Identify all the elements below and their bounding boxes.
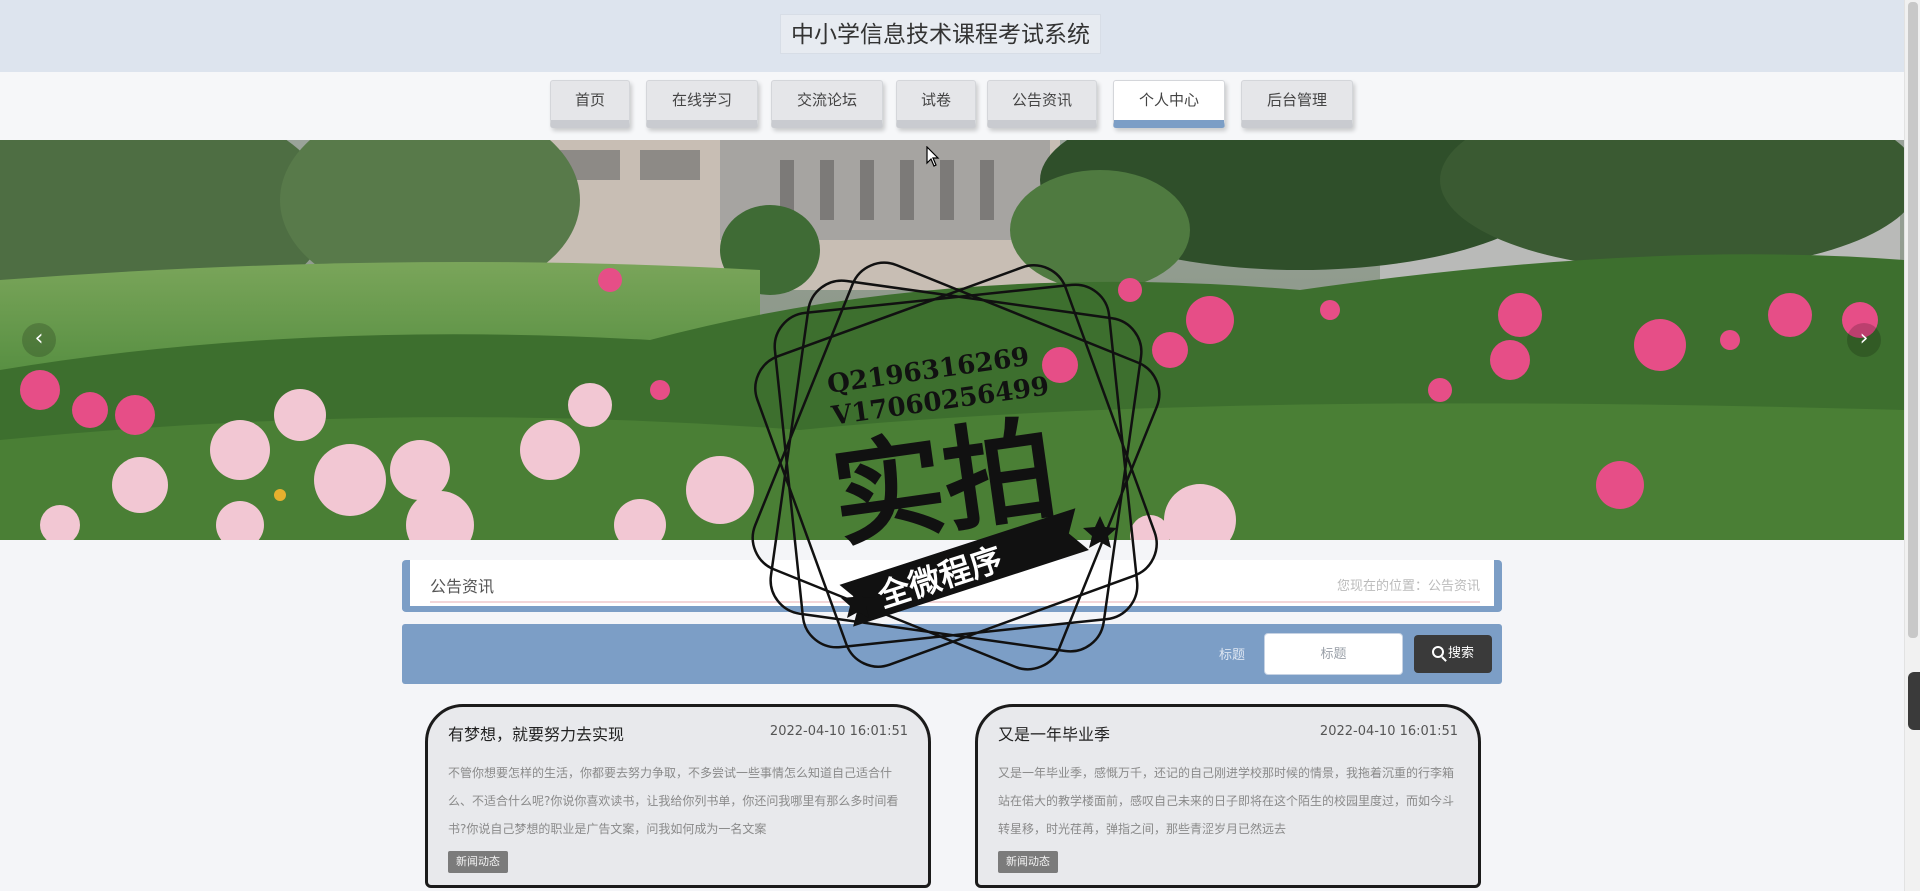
nav-personal-center[interactable]: 个人中心 [1113, 80, 1225, 128]
banner-image [0, 140, 1904, 540]
floating-side-widget[interactable] [1908, 672, 1920, 730]
mouse-cursor-icon [926, 146, 940, 167]
section-header: 公告资讯 您现在的位置：公告资讯 [402, 560, 1502, 612]
section-divider [430, 601, 1480, 603]
chevron-left-icon: ‹ [34, 326, 44, 351]
nav-announcements[interactable]: 公告资讯 [987, 80, 1097, 128]
search-label: 标题 [1219, 648, 1246, 663]
search-bar: 标题 搜索 [402, 624, 1502, 684]
carousel-prev-button[interactable]: ‹ [22, 323, 56, 357]
news-card[interactable]: 又是一年毕业季 2022-04-10 16:01:51 又是一年毕业季，感慨万千… [975, 704, 1481, 888]
news-date: 2022-04-10 16:01:51 [1319, 724, 1458, 739]
search-button[interactable]: 搜索 [1414, 635, 1492, 673]
news-category-tag[interactable]: 新闻动态 [998, 851, 1058, 873]
scrollbar-thumb[interactable] [1908, 2, 1918, 638]
carousel-next-button[interactable]: › [1847, 323, 1881, 357]
page-scrollbar[interactable] [1904, 0, 1920, 891]
news-summary: 又是一年毕业季，感慨万千，还记的自己刚进学校那时候的情景，我拖着沉重的行李箱站在… [998, 766, 1455, 836]
nav-exam-papers[interactable]: 试卷 [896, 80, 976, 128]
search-button-label: 搜索 [1447, 646, 1474, 661]
search-icon [1431, 646, 1444, 658]
news-card[interactable]: 有梦想，就要努力去实现 2022-04-10 16:01:51 不管你想要怎样的… [425, 704, 931, 888]
chevron-right-icon: › [1859, 326, 1869, 351]
section-title: 公告资讯 [430, 577, 495, 596]
news-title[interactable]: 有梦想，就要努力去实现 [448, 721, 624, 745]
banner-carousel: ‹ › [0, 140, 1904, 540]
site-title: 中小学信息技术课程考试系统 [780, 14, 1101, 54]
news-summary: 不管你想要怎样的生活，你都要去努力争取，不多尝试一些事情怎么知道自己适合什么、不… [448, 766, 899, 836]
header-bar: 中小学信息技术课程考试系统 [0, 0, 1904, 72]
nav-online-learning[interactable]: 在线学习 [646, 80, 758, 128]
news-category-tag[interactable]: 新闻动态 [448, 851, 508, 873]
nav-admin[interactable]: 后台管理 [1241, 80, 1353, 128]
breadcrumb: 您现在的位置：公告资讯 [1336, 579, 1480, 594]
search-input[interactable] [1264, 633, 1403, 675]
nav-forum[interactable]: 交流论坛 [771, 80, 883, 128]
news-date: 2022-04-10 16:01:51 [769, 724, 908, 739]
news-title[interactable]: 又是一年毕业季 [998, 721, 1110, 745]
nav-home[interactable]: 首页 [550, 80, 630, 128]
